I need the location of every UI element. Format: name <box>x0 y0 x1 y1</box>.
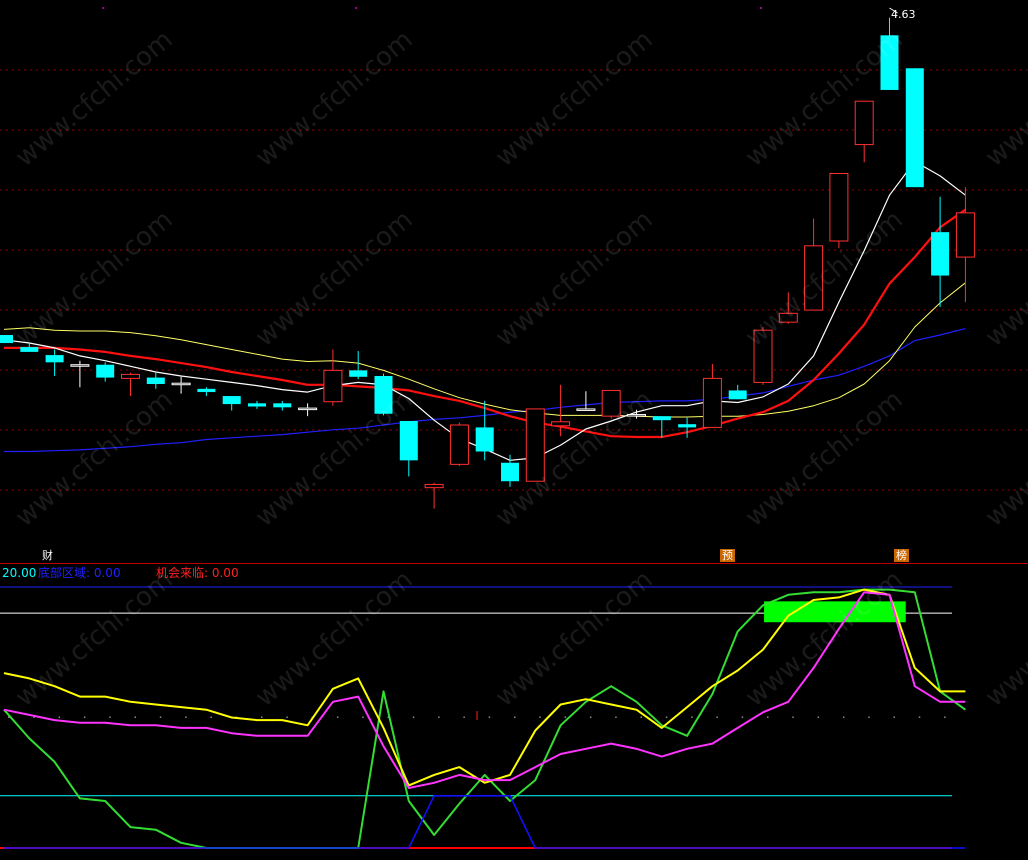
candle-body <box>323 369 343 403</box>
candle-body <box>424 483 444 489</box>
candle-body <box>70 364 90 367</box>
dot-marker <box>539 716 541 718</box>
marker-bang: 榜 <box>894 549 909 562</box>
dot-marker <box>210 716 212 718</box>
candle-body <box>955 212 975 258</box>
dot-marker <box>185 716 187 718</box>
candle-body <box>551 421 571 427</box>
legend-bottom-zone: 底部区域: 0.00 <box>38 566 121 580</box>
candle-body <box>778 312 798 323</box>
candle-body <box>501 462 519 482</box>
candle-body <box>804 245 824 311</box>
dot-marker <box>336 716 339 718</box>
dot-marker <box>159 716 162 718</box>
candle-body <box>829 173 849 242</box>
dot-marker <box>564 716 567 718</box>
dot-marker <box>842 716 845 718</box>
dot-marker <box>868 716 870 718</box>
candle-body <box>475 427 494 452</box>
dot-marker <box>83 716 86 718</box>
dot-marker <box>412 716 415 718</box>
dot-marker <box>362 716 364 718</box>
dot-marker <box>893 716 895 718</box>
candle-body <box>96 364 115 378</box>
dot-marker <box>261 716 263 718</box>
dot-marker <box>665 716 668 718</box>
candle-body <box>0 335 13 344</box>
dot-marker <box>463 716 465 718</box>
high-price-label: 4.63 <box>891 8 916 21</box>
candle-body <box>728 390 747 400</box>
dot-marker <box>58 716 61 718</box>
marker-yu: 预 <box>720 549 735 562</box>
candle-body <box>905 68 924 188</box>
dot-marker <box>944 716 946 718</box>
dot-marker <box>286 716 288 718</box>
dot-marker <box>589 716 592 718</box>
dot-marker <box>488 716 491 718</box>
candle-body <box>171 382 191 386</box>
indicator-green-line <box>3 588 966 849</box>
top-dot <box>102 7 105 9</box>
dot-marker <box>640 716 642 718</box>
candle-body <box>298 407 318 411</box>
dot-marker <box>918 716 921 718</box>
candle-body <box>20 347 39 352</box>
candle-body <box>702 377 722 428</box>
dot-marker <box>514 716 516 718</box>
candle-body <box>652 416 671 421</box>
candle-body <box>525 408 545 482</box>
marker-cai: 财 <box>42 549 53 562</box>
candle-body <box>601 389 621 417</box>
candle-body <box>197 388 216 393</box>
top-dot <box>760 7 762 9</box>
candle-body <box>931 232 950 276</box>
legend-value: 20.00 <box>2 566 37 580</box>
legend-opportunity: 机会来临: 0.00 <box>156 566 239 580</box>
candle-body <box>374 375 393 414</box>
top-dot <box>355 7 358 9</box>
dot-marker <box>817 716 820 718</box>
candle-body <box>222 396 241 405</box>
candle-body <box>146 377 165 385</box>
candle-body <box>273 403 292 408</box>
candle-body <box>753 329 773 383</box>
dot-marker <box>615 716 617 718</box>
candle-body <box>449 424 469 465</box>
dot-marker <box>767 716 769 718</box>
dot-marker <box>109 716 111 718</box>
dot-marker <box>792 716 794 718</box>
candle-body <box>880 35 899 90</box>
candle-body <box>121 373 140 379</box>
dot-marker <box>716 716 718 718</box>
dot-marker <box>741 716 744 718</box>
candle-body <box>45 355 64 363</box>
candle-body <box>678 424 697 428</box>
candle-body <box>248 403 266 407</box>
dot-marker <box>691 716 693 718</box>
dot-marker <box>134 716 136 718</box>
dot-marker <box>438 716 440 718</box>
indicator-blue-line <box>4 794 966 849</box>
chart-stage: 4.63 财 预 榜 20.00 底部区域: 0.00 机会来临: 0.00 w… <box>0 0 1028 860</box>
candle-body <box>854 100 874 146</box>
stock-chart <box>0 7 1028 849</box>
candle-body <box>627 414 646 417</box>
candle-body <box>349 370 368 377</box>
candle-body <box>576 408 596 411</box>
candle-body <box>399 420 418 461</box>
